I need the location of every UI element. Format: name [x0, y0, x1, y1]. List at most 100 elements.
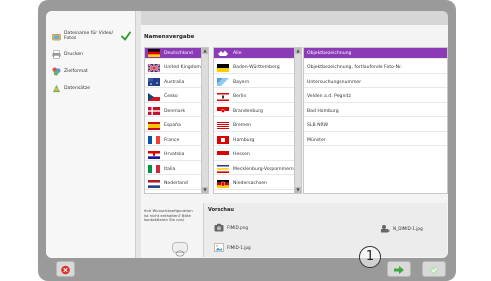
bw-flag-icon	[217, 63, 229, 72]
list-item[interactable]: Deutschland	[145, 48, 201, 59]
sidebar-item-label: Dateiname für Video/ Fotos	[64, 31, 114, 41]
list-item[interactable]: SLB NRW	[304, 121, 447, 132]
list-item[interactable]: Bayern	[214, 77, 294, 88]
list-item-label: Mecklenburg-Vorpommern	[233, 166, 294, 172]
list-item[interactable]: Brandenburg	[214, 106, 294, 117]
hb-flag-icon	[217, 121, 229, 130]
hr-flag-icon	[148, 150, 160, 159]
list-item[interactable]: Baden-Württemberg	[214, 63, 294, 74]
list-item-label: Denmark	[164, 108, 186, 114]
preview-item: FIMID.png	[214, 223, 248, 232]
records-icon	[52, 84, 61, 92]
list-item[interactable]: Hamburg	[214, 135, 294, 146]
list-item[interactable]: United Kingdom	[145, 63, 201, 74]
list-item[interactable]: France	[145, 135, 201, 146]
naming-scheme-list[interactable]: Objektbezeichnung Objektbezeichnung, fort…	[303, 47, 448, 194]
scroll-down-icon[interactable]: ▼	[202, 187, 208, 193]
sidebar: Dateiname für Video/ Fotos Drucken Zielf…	[46, 11, 136, 258]
bottom-toolbar	[46, 260, 448, 277]
list-item-label: España	[164, 123, 181, 128]
dk-flag-icon	[148, 107, 160, 115]
state-list[interactable]: Alle Baden-Württemberg Bayern Berlin Branden…	[213, 47, 302, 194]
list-item[interactable]: Nederland	[145, 179, 201, 190]
list-item-label: Bayern	[233, 79, 250, 85]
list-item[interactable]: Alle	[214, 48, 294, 59]
printer-icon	[52, 49, 61, 59]
list-item[interactable]: Italia	[145, 164, 201, 175]
es-flag-icon	[148, 121, 160, 130]
list-item-label: Berlin	[233, 94, 247, 99]
sidebar-item-records[interactable]: Datensätze	[52, 81, 90, 95]
list-item[interactable]: Česko	[145, 92, 201, 103]
list-item-label: Alle	[233, 50, 242, 56]
list-item-label: Baden-Württemberg	[233, 65, 280, 70]
country-list[interactable]: Deutschland United Kingdom Australia Česko D…	[144, 47, 209, 194]
sidebar-item-label: Zielformat	[64, 68, 88, 74]
preview-item: FIMID-1.jpg	[214, 243, 251, 252]
au-flag-icon	[148, 78, 160, 86]
sidebar-item-print[interactable]: Drucken	[52, 47, 83, 61]
list-item-label: Italia	[164, 166, 176, 172]
list-item[interactable]: Bad Homburg	[304, 106, 447, 117]
wizard-window: Dateiname für Video/ Fotos Drucken Zielf…	[46, 11, 448, 258]
contact-button[interactable]	[172, 242, 188, 257]
list-item-label: Objektbezeichnung	[307, 50, 352, 56]
list-item-label: Hrvatska	[164, 152, 185, 157]
country-scrollbar[interactable]: ▲ ▼	[201, 48, 208, 193]
preview-panel: Vorschau FIMID.png FIMID-1.jpg N_DIMID-1…	[203, 203, 447, 257]
list-item[interactable]: Objektbezeichnung, fortlaufende Foto-Nr.	[304, 63, 447, 74]
next-button[interactable]	[387, 261, 411, 277]
preview-item: N_DIMID-1.jpg	[380, 224, 423, 233]
image-file-icon	[214, 243, 224, 252]
scroll-up-icon[interactable]: ▲	[295, 48, 301, 54]
scroll-up-icon[interactable]: ▲	[202, 48, 208, 54]
list-item[interactable]: España	[145, 121, 201, 132]
cz-flag-icon	[148, 92, 160, 101]
list-item[interactable]: Velden a.d. Pegnitz	[304, 92, 447, 103]
uk-flag-icon	[148, 63, 160, 72]
list-item[interactable]: Münster	[304, 135, 447, 146]
nl-flag-icon	[148, 179, 160, 188]
preview-item-label: N_DIMID-1.jpg	[393, 226, 423, 231]
list-item[interactable]: Objektbezeichnung	[304, 48, 447, 59]
list-item-label: Nederland	[164, 181, 188, 186]
list-item[interactable]: Australia	[145, 77, 201, 88]
list-item-label: Česko	[164, 94, 178, 99]
list-item[interactable]: Hrvatska	[145, 150, 201, 161]
list-item-label: Deutschland	[164, 50, 193, 56]
cancel-button[interactable]	[56, 261, 75, 277]
by-flag-icon	[217, 78, 229, 86]
list-item[interactable]: Mecklenburg-Vorpommern	[214, 164, 294, 175]
page-title: Namensvergabe	[144, 34, 195, 40]
list-item-label: Bremen	[233, 123, 251, 128]
sidebar-item-filename[interactable]: Dateiname für Video/ Fotos	[52, 29, 116, 43]
sidebar-item-label: Datensätze	[64, 85, 91, 91]
list-item[interactable]: Denmark	[145, 106, 201, 117]
finish-button[interactable]	[422, 261, 446, 277]
he-flag-icon	[217, 150, 229, 159]
list-item[interactable]: Untersuchungsnummer	[304, 77, 447, 88]
list-item-label: SLB NRW	[307, 123, 329, 128]
preview-item-label: FIMID.png	[227, 225, 249, 230]
list-item[interactable]: Berlin	[214, 92, 294, 103]
arrow-right-icon	[394, 266, 404, 274]
check-icon	[429, 265, 439, 275]
list-item[interactable]: Niedersachsen	[214, 179, 294, 190]
folder-image-icon	[52, 33, 61, 40]
list-item-label: Objektbezeichnung, fortlaufende Foto-Nr.	[307, 65, 403, 70]
list-item[interactable]: Hessen	[214, 150, 294, 161]
hh-flag-icon	[217, 136, 229, 144]
contact-hint: Ihre Wunschkonfiguration ist nicht entha…	[144, 208, 193, 222]
state-scrollbar[interactable]: ▲ ▼	[294, 48, 301, 193]
de-flag-icon	[148, 49, 160, 57]
list-item-label: Velden a.d. Pegnitz	[307, 94, 351, 99]
scroll-down-icon[interactable]: ▼	[295, 187, 301, 193]
close-icon	[61, 265, 70, 275]
list-item[interactable]: Bremen	[214, 121, 294, 132]
list-item-label: Hamburg	[233, 137, 255, 143]
header-strip	[141, 11, 448, 25]
list-item-label: Brandenburg	[233, 108, 263, 114]
sidebar-item-target-format[interactable]: Zielformat	[52, 64, 88, 78]
list-item-label: Münster	[307, 137, 326, 143]
mv-flag-icon	[217, 165, 229, 173]
